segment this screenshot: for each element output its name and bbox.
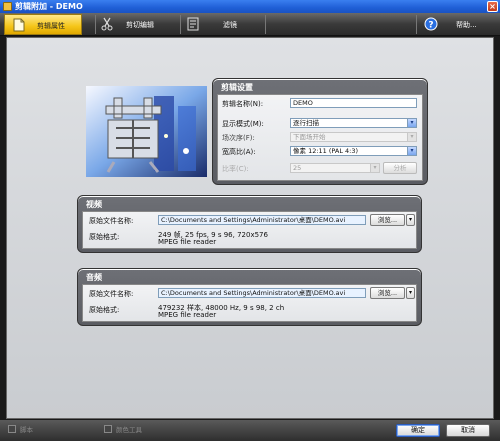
- tab-label: 滤镜: [223, 21, 237, 29]
- tab-cut-edit[interactable]: 剪切编辑: [98, 14, 188, 35]
- clip-name-input[interactable]: DEMO: [290, 98, 417, 108]
- video-browse-dropdown[interactable]: ▾: [406, 214, 415, 226]
- audio-browse-button[interactable]: 浏览...: [370, 287, 405, 299]
- svg-text:?: ?: [428, 21, 433, 31]
- app-icon: [3, 2, 12, 11]
- color-tool-checkbox-label: 颜色工具: [116, 426, 142, 434]
- video-browse-button[interactable]: 浏览...: [370, 214, 405, 226]
- clip-thumbnail: [86, 86, 207, 177]
- chevron-down-icon: ▾: [407, 133, 416, 141]
- aspect-value: 像素 12:11 (PAL 4:3): [293, 147, 359, 155]
- chevron-down-icon: ▾: [370, 164, 379, 172]
- video-header: 视频: [86, 200, 102, 209]
- video-format-line2: MPEG file reader: [158, 238, 217, 246]
- video-panel: 视频 原始文件名称: C:\Documents and Settings\Adm…: [77, 195, 422, 253]
- audio-header: 音频: [86, 273, 102, 282]
- aspect-select[interactable]: 像素 12:11 (PAL 4:3) ▾: [290, 146, 417, 156]
- field-order-label: 场次序(F):: [222, 134, 255, 142]
- field-order-value: 下面场开始: [293, 133, 326, 141]
- audio-source-label: 原始文件名称:: [89, 290, 134, 298]
- window-title: 剪辑附加 - DEMO: [15, 2, 83, 11]
- tab-label: 剪切编辑: [126, 21, 154, 29]
- field-order-select: 下面场开始 ▾: [290, 132, 417, 142]
- ratio-value: 25: [293, 164, 302, 172]
- display-mode-value: 逐行扫描: [293, 119, 319, 127]
- ok-button[interactable]: 确定: [396, 424, 440, 437]
- script-checkbox[interactable]: [8, 425, 16, 433]
- audio-source-field[interactable]: C:\Documents and Settings\Administrator\…: [158, 288, 366, 298]
- tab-filters[interactable]: 滤镜: [183, 14, 263, 35]
- close-button[interactable]: ×: [487, 1, 498, 12]
- bottom-bar: 脚本 颜色工具 确定 取消: [0, 420, 500, 441]
- chevron-down-icon: ▾: [407, 147, 416, 155]
- clip-properties-icon: [13, 18, 25, 32]
- video-body: 原始文件名称: C:\Documents and Settings\Admini…: [82, 211, 417, 249]
- chevron-down-icon: ▾: [407, 119, 416, 127]
- audio-browse-dropdown[interactable]: ▾: [406, 287, 415, 299]
- color-tool-checkbox[interactable]: [104, 425, 112, 433]
- tab-clip-properties[interactable]: 剪辑属性: [4, 14, 82, 35]
- video-source-label: 原始文件名称:: [89, 217, 134, 225]
- audio-body: 原始文件名称: C:\Documents and Settings\Admini…: [82, 284, 417, 322]
- title-bar: 剪辑附加 - DEMO ×: [0, 0, 500, 13]
- video-source-field[interactable]: C:\Documents and Settings\Administrator\…: [158, 215, 366, 225]
- cancel-button[interactable]: 取消: [446, 424, 490, 437]
- display-mode-label: 显示模式(M):: [222, 120, 264, 128]
- audio-format-label: 原始格式:: [89, 306, 120, 314]
- ratio-select: 25 ▾: [290, 163, 380, 173]
- clip-settings-panel: 剪辑设置 剪辑名称(N): DEMO 显示模式(M): 逐行扫描 ▾ 场次序(F…: [212, 78, 428, 185]
- clip-settings-body: 剪辑名称(N): DEMO 显示模式(M): 逐行扫描 ▾ 场次序(F): 下面…: [217, 94, 423, 181]
- audio-format-line2: MPEG file reader: [158, 311, 217, 319]
- clip-name-label: 剪辑名称(N):: [222, 100, 264, 108]
- help-icon: ?: [424, 17, 438, 31]
- main-area: 剪辑设置 剪辑名称(N): DEMO 显示模式(M): 逐行扫描 ▾ 场次序(F…: [6, 37, 494, 419]
- tab-bar: 剪辑属性 剪切编辑 滤镜 ? 帮助...: [0, 13, 500, 36]
- script-checkbox-label: 脚本: [20, 426, 33, 434]
- filter-icon: [187, 17, 199, 31]
- clip-settings-header: 剪辑设置: [221, 83, 253, 92]
- tab-label: 帮助...: [456, 21, 477, 29]
- aspect-label: 宽高比(A):: [222, 148, 256, 156]
- tab-label: 剪辑属性: [37, 22, 65, 30]
- video-format-label: 原始格式:: [89, 233, 120, 241]
- audio-panel: 音频 原始文件名称: C:\Documents and Settings\Adm…: [77, 268, 422, 326]
- scissors-icon: [101, 17, 113, 31]
- display-mode-select[interactable]: 逐行扫描 ▾: [290, 118, 417, 128]
- analyze-button: 分析: [383, 162, 417, 174]
- tab-help[interactable]: ? 帮助...: [420, 14, 496, 35]
- ratio-label: 比率(C):: [222, 165, 249, 173]
